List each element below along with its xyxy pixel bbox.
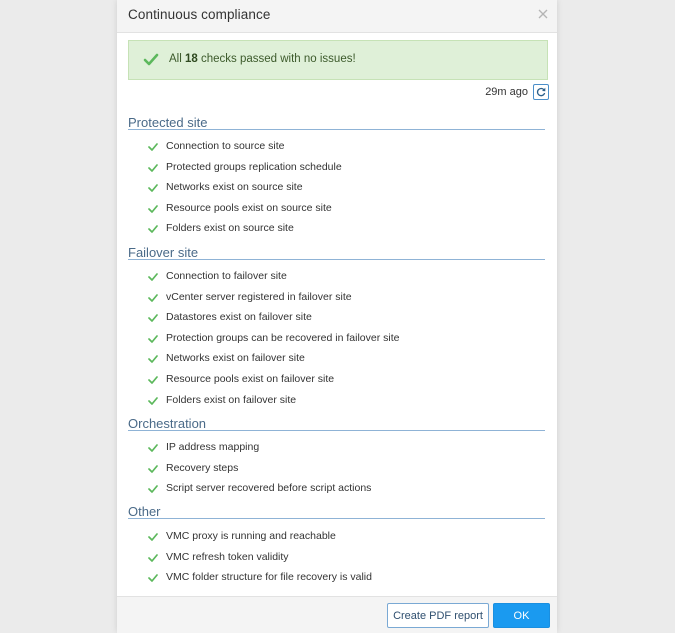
dialog-header: Continuous compliance [117,0,557,33]
check-label: Datastores exist on failover site [166,311,312,323]
banner-message: All 18 checks passed with no issues! [169,53,356,65]
check-icon [143,53,159,67]
check-icon [148,163,158,172]
check-label: Protected groups replication schedule [166,161,342,173]
check-label: IP address mapping [166,441,260,453]
checks-count: 18 [184,53,198,65]
check-icon [148,396,158,405]
section-divider [128,518,545,519]
section-divider [128,430,545,431]
check-label: VMC folder structure for file recovery i… [166,571,372,583]
dialog-title: Continuous compliance [128,7,271,22]
check-label: Resource pools exist on source site [166,202,332,214]
refresh-row: 29m ago [117,84,549,102]
check-label: vCenter server registered in failover si… [166,291,352,303]
section-title: Failover site [128,245,199,260]
section-title: Orchestration [128,416,207,431]
check-icon [148,204,158,213]
check-label: Connection to source site [166,140,285,152]
banner-suffix: checks passed with no issues! [200,53,356,65]
check-icon [148,484,158,493]
check-icon [148,375,158,384]
check-label: Folders exist on source site [166,222,294,234]
check-label: Resource pools exist on failover site [166,373,335,385]
last-checked-timestamp: 29m ago [485,86,528,98]
check-icon [148,313,158,322]
refresh-button[interactable] [533,84,549,100]
dialog-footer: Create PDF report OK [117,596,557,633]
check-icon [148,183,158,192]
section-title: Other [128,504,161,519]
check-label: Folders exist on failover site [166,394,297,406]
ok-button[interactable]: OK [493,603,550,628]
check-label: VMC proxy is running and reachable [166,530,336,542]
check-icon [148,354,158,363]
continuous-compliance-dialog: Continuous compliance All 18 checks pass… [117,0,557,633]
section-divider [128,129,545,130]
check-label: Networks exist on source site [166,181,303,193]
success-banner: All 18 checks passed with no issues! [128,40,548,80]
check-label: VMC refresh token validity [166,551,289,563]
check-icon [148,293,158,302]
section-title: Protected site [128,115,208,130]
check-icon [148,334,158,343]
check-label: Protection groups can be recovered in fa… [166,332,400,344]
check-icon [148,553,158,562]
check-label: Script server recovered before script ac… [166,482,372,494]
create-pdf-report-button[interactable]: Create PDF report [387,603,489,628]
check-icon [148,443,158,452]
check-icon [148,464,158,473]
check-label: Networks exist on failover site [166,352,305,364]
refresh-icon [536,87,546,97]
check-icon [148,272,158,281]
check-icon [148,532,158,541]
banner-prefix: All [169,53,182,65]
section-divider [128,259,545,260]
check-label: Connection to failover site [166,270,287,282]
check-label: Recovery steps [166,462,239,474]
close-icon[interactable] [535,6,551,22]
check-icon [148,573,158,582]
check-icon [148,224,158,233]
check-icon [148,142,158,151]
